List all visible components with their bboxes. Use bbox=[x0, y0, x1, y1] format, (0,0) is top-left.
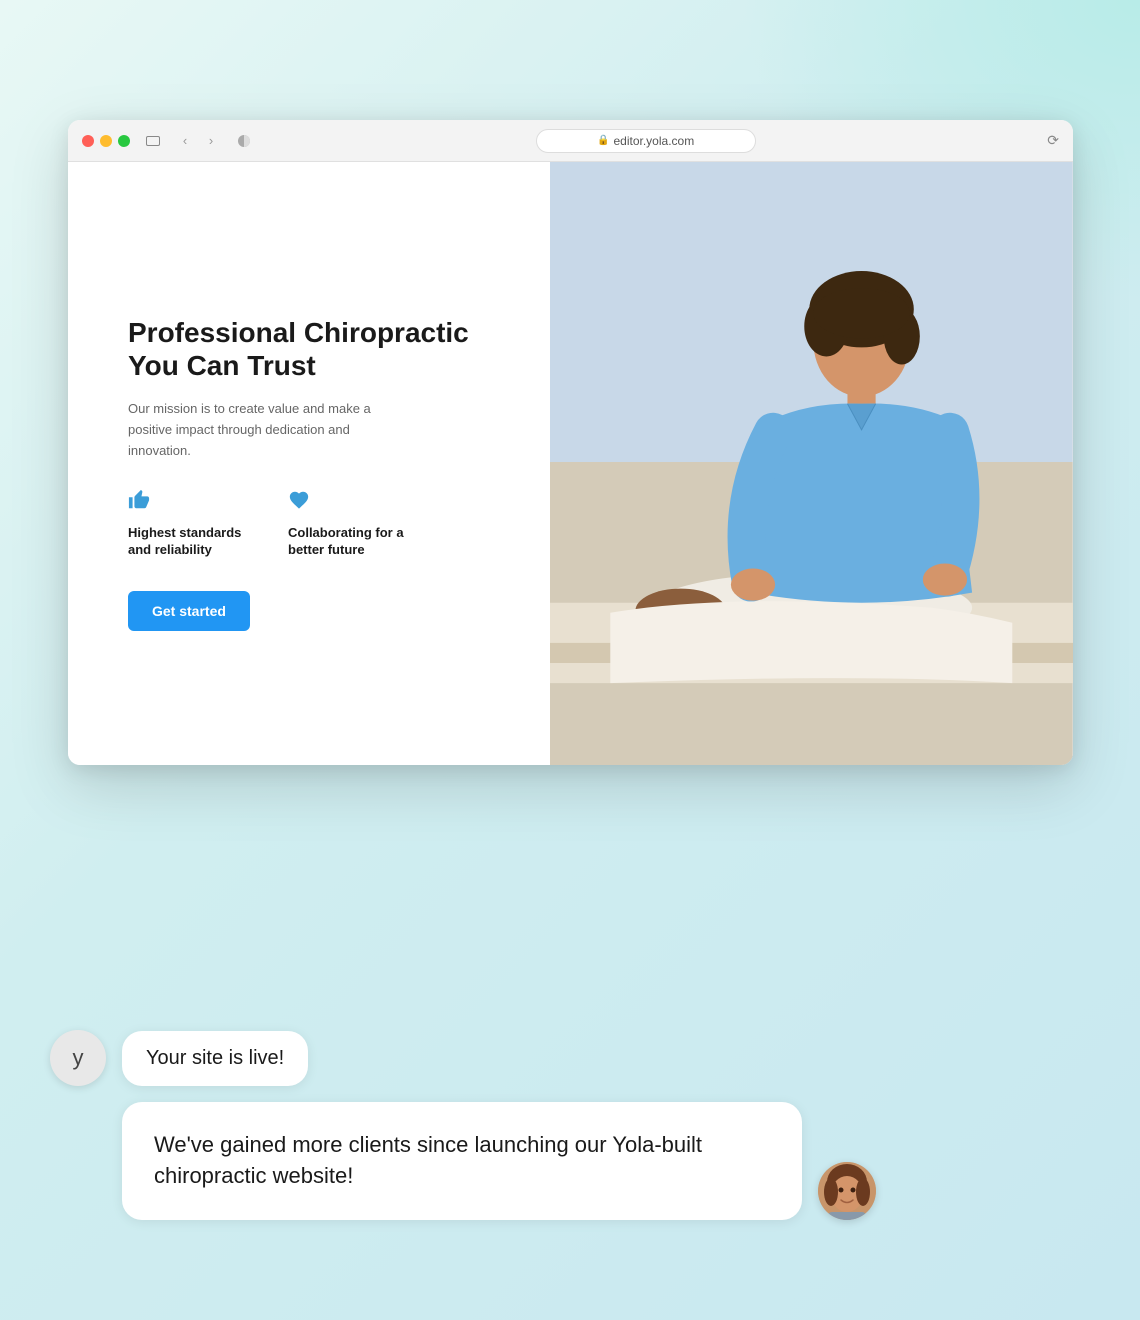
site-hero-right: Unsplash+ Unsplash+ Unsplash+ Unsplash+ … bbox=[550, 162, 1073, 765]
feature-1-label: Highest standards and reliability bbox=[128, 525, 258, 559]
feature-item-2: Collaborating for a better future bbox=[288, 489, 418, 559]
reload-icon[interactable]: ⟳ bbox=[1047, 132, 1059, 149]
site-hero-left: Professional Chiropractic You Can Trust … bbox=[68, 162, 550, 765]
maximize-button[interactable] bbox=[118, 135, 130, 147]
bubble-1-text: Your site is live! bbox=[146, 1047, 284, 1069]
browser-nav: ‹ › bbox=[176, 132, 220, 150]
browser-window: ‹ › 🔒 editor.yola.com ⟳ Professional Chi… bbox=[68, 120, 1073, 765]
features-row: Highest standards and reliability Collab… bbox=[128, 489, 500, 559]
address-bar-wrap: 🔒 editor.yola.com bbox=[264, 129, 1027, 153]
yola-avatar: y bbox=[50, 1030, 106, 1086]
chat-row-1: y Your site is live! bbox=[50, 1030, 950, 1086]
hero-image bbox=[550, 162, 1073, 765]
chat-bubble-2: We've gained more clients since launchin… bbox=[122, 1102, 802, 1220]
url-text: editor.yola.com bbox=[613, 134, 694, 148]
hero-subtitle: Our mission is to create value and make … bbox=[128, 399, 388, 461]
feature-2-label: Collaborating for a better future bbox=[288, 525, 418, 559]
address-bar[interactable]: 🔒 editor.yola.com bbox=[536, 129, 756, 153]
sidebar-toggle-icon[interactable] bbox=[146, 136, 160, 146]
lock-icon: 🔒 bbox=[597, 135, 609, 146]
heart-icon bbox=[288, 489, 418, 517]
back-button[interactable]: ‹ bbox=[176, 132, 194, 150]
traffic-lights bbox=[82, 135, 130, 147]
feature-item-1: Highest standards and reliability bbox=[128, 489, 258, 559]
get-started-button[interactable]: Get started bbox=[128, 591, 250, 631]
chat-row-2: We've gained more clients since launchin… bbox=[50, 1102, 950, 1220]
chat-section: y Your site is live! We've gained more c… bbox=[50, 1030, 950, 1220]
half-moon-icon bbox=[234, 131, 254, 151]
minimize-button[interactable] bbox=[100, 135, 112, 147]
user-avatar bbox=[818, 1162, 876, 1220]
bubble-2-text: We've gained more clients since launchin… bbox=[154, 1132, 702, 1188]
hero-title: Professional Chiropractic You Can Trust bbox=[128, 316, 500, 383]
chat-bubble-1: Your site is live! bbox=[122, 1031, 308, 1086]
thumbs-up-icon bbox=[128, 489, 258, 517]
yola-letter: y bbox=[73, 1045, 84, 1071]
browser-chrome: ‹ › 🔒 editor.yola.com ⟳ bbox=[68, 120, 1073, 162]
site-content: Professional Chiropractic You Can Trust … bbox=[68, 162, 1073, 765]
forward-button[interactable]: › bbox=[202, 132, 220, 150]
close-button[interactable] bbox=[82, 135, 94, 147]
